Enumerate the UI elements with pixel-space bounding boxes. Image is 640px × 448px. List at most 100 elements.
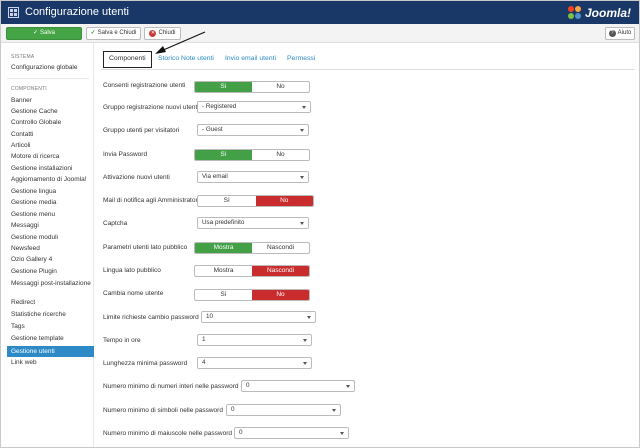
- tab-storico-note-utenti[interactable]: Storico Note utenti: [158, 55, 214, 62]
- field-label: Gruppo registrazione nuovi utenti: [103, 104, 199, 111]
- help-label: Aiuto: [617, 30, 632, 36]
- save-button[interactable]: ✓ Salva: [6, 27, 82, 40]
- page-title: Configurazione utenti: [25, 6, 129, 18]
- app-window: Configurazione utenti Joomla! ✓ Salva ✓ …: [0, 0, 640, 448]
- save-close-button[interactable]: ✓ Salva e Chiudi: [86, 27, 141, 40]
- toggle-option-yes[interactable]: Sì: [195, 290, 252, 300]
- toggle-option-no[interactable]: No: [252, 150, 309, 160]
- caret-down-icon: [300, 222, 304, 225]
- caret-down-icon: [302, 106, 306, 109]
- select-value: 10: [206, 313, 214, 320]
- field-label: Attivazione nuovi utenti: [103, 174, 170, 181]
- sidebar-heading-components: COMPONENTI: [11, 86, 47, 92]
- sidebar-item[interactable]: Statistiche ricerche: [11, 311, 94, 318]
- field-label: Gruppo utenti per visitatori: [103, 127, 180, 134]
- sidebar-heading-system: SISTEMA: [11, 54, 35, 60]
- joomla-logo-icon: [567, 5, 582, 20]
- save-close-label: Salva e Chiudi: [97, 30, 137, 36]
- field-label: Numero minimo di simboli nelle password: [103, 407, 223, 414]
- maiuscole-password-select[interactable]: 0: [234, 427, 349, 439]
- sidebar: SISTEMA Configurazione globale COMPONENT…: [1, 43, 94, 447]
- toggle-option-hide[interactable]: Nascondi: [252, 266, 309, 276]
- select-value: - Registered: [202, 103, 237, 110]
- caret-down-icon: [307, 316, 311, 319]
- caret-down-icon: [300, 129, 304, 132]
- toggle-option-yes[interactable]: Sì: [195, 82, 252, 92]
- sidebar-item[interactable]: Banner: [11, 97, 94, 104]
- sidebar-item[interactable]: Gestione Plugin: [11, 268, 94, 275]
- field-label: Tempo in ore: [103, 337, 141, 344]
- sidebar-item[interactable]: Newsfeed: [11, 245, 94, 252]
- sidebar-item[interactable]: Contatti: [11, 131, 94, 138]
- close-label: Chiudi: [158, 30, 176, 36]
- sidebar-item[interactable]: Messaggi post-installazione: [11, 279, 94, 288]
- tab-invio-email-utenti[interactable]: Invio email utenti: [225, 55, 276, 62]
- save-button-label: Salva: [40, 30, 56, 36]
- lunghezza-minima-password-select[interactable]: 4: [197, 357, 312, 369]
- consenti-registrazione-toggle[interactable]: Sì No: [194, 81, 310, 93]
- field-label: Parametri utenti lato pubblico: [103, 244, 188, 251]
- gruppo-registrazione-select[interactable]: - Registered: [197, 101, 311, 113]
- limite-cambio-password-select[interactable]: 10: [201, 311, 316, 323]
- tab-permessi[interactable]: Permessi: [287, 55, 315, 62]
- gruppo-visitatori-select[interactable]: - Guest: [197, 124, 309, 136]
- sidebar-item[interactable]: Gestione Cache: [11, 108, 94, 115]
- sidebar-item[interactable]: Gestione lingua: [11, 188, 94, 195]
- check-icon: ✓: [32, 30, 38, 36]
- close-icon: ✕: [149, 30, 157, 37]
- tempo-in-ore-select[interactable]: 1: [197, 334, 312, 346]
- sidebar-item[interactable]: Tags: [11, 323, 94, 330]
- toggle-option-show[interactable]: Mostra: [195, 243, 252, 253]
- field-label: Cambia nome utente: [103, 290, 164, 297]
- invia-password-toggle[interactable]: Sì No: [194, 149, 310, 161]
- select-value: 0: [231, 406, 235, 413]
- toggle-option-yes[interactable]: Sì: [195, 150, 252, 160]
- field-label: Mail di notifica agli Amministratori: [103, 197, 200, 204]
- captcha-select[interactable]: Usa predefinito: [197, 217, 309, 229]
- sidebar-item-configurazione-globale[interactable]: Configurazione globale: [11, 64, 94, 71]
- header-bar: Configurazione utenti Joomla!: [1, 1, 639, 24]
- sidebar-item[interactable]: Aggiornamento di Joomla!: [11, 176, 94, 183]
- toggle-option-no[interactable]: No: [252, 290, 309, 300]
- mail-notifica-toggle[interactable]: Sì No: [197, 195, 314, 207]
- field-label: Numero minimo di maiuscole nelle passwor…: [103, 430, 232, 437]
- caret-down-icon: [303, 339, 307, 342]
- select-value: 0: [239, 429, 243, 436]
- sidebar-item[interactable]: Gestione moduli: [11, 234, 94, 241]
- sidebar-item[interactable]: Gestione media: [11, 199, 94, 206]
- parametri-utenti-toggle[interactable]: Mostra Nascondi: [194, 242, 310, 254]
- toggle-option-hide[interactable]: Nascondi: [252, 243, 309, 253]
- toggle-option-no[interactable]: No: [252, 82, 309, 92]
- sidebar-item[interactable]: Messaggi: [11, 222, 94, 229]
- tab-componenti[interactable]: Componenti: [103, 51, 152, 68]
- caret-down-icon: [340, 432, 344, 435]
- toggle-option-show[interactable]: Mostra: [195, 266, 252, 276]
- simboli-password-select[interactable]: 0: [226, 404, 341, 416]
- numeri-interi-password-select[interactable]: 0: [241, 380, 355, 392]
- select-value: 4: [202, 359, 206, 366]
- toggle-option-no[interactable]: No: [255, 196, 313, 206]
- sidebar-item[interactable]: Articoli: [11, 142, 94, 149]
- sidebar-item[interactable]: Link web: [11, 359, 94, 366]
- lingua-lato-pubblico-toggle[interactable]: Mostra Nascondi: [194, 265, 310, 277]
- tab-bar: Componenti Storico Note utenti Invio ema…: [101, 50, 635, 70]
- sidebar-item[interactable]: Motore di ricerca: [11, 153, 94, 160]
- sidebar-item[interactable]: Ozio Gallery 4: [11, 256, 94, 263]
- sidebar-item-gestione-utenti[interactable]: Gestione utenti: [7, 346, 94, 357]
- select-value: 0: [246, 382, 250, 389]
- caret-down-icon: [303, 362, 307, 365]
- sidebar-item[interactable]: Gestione menu: [11, 211, 94, 218]
- attivazione-utenti-select[interactable]: Via email: [197, 171, 309, 183]
- sidebar-item[interactable]: Gestione template: [11, 335, 94, 342]
- close-button[interactable]: ✕ Chiudi: [144, 27, 181, 40]
- caret-down-icon: [346, 385, 350, 388]
- sidebar-item[interactable]: Redirect: [11, 299, 94, 306]
- field-label: Numero minimo di numeri interi nelle pas…: [103, 383, 239, 390]
- sidebar-item[interactable]: Controllo Globale: [11, 119, 94, 126]
- help-button[interactable]: ? Aiuto: [605, 27, 635, 40]
- sidebar-item[interactable]: Gestione installazioni: [11, 165, 94, 172]
- question-icon: ?: [608, 30, 616, 37]
- select-value: 1: [202, 336, 206, 343]
- toggle-option-yes[interactable]: Sì: [198, 196, 256, 206]
- cambia-nome-utente-toggle[interactable]: Sì No: [194, 289, 310, 301]
